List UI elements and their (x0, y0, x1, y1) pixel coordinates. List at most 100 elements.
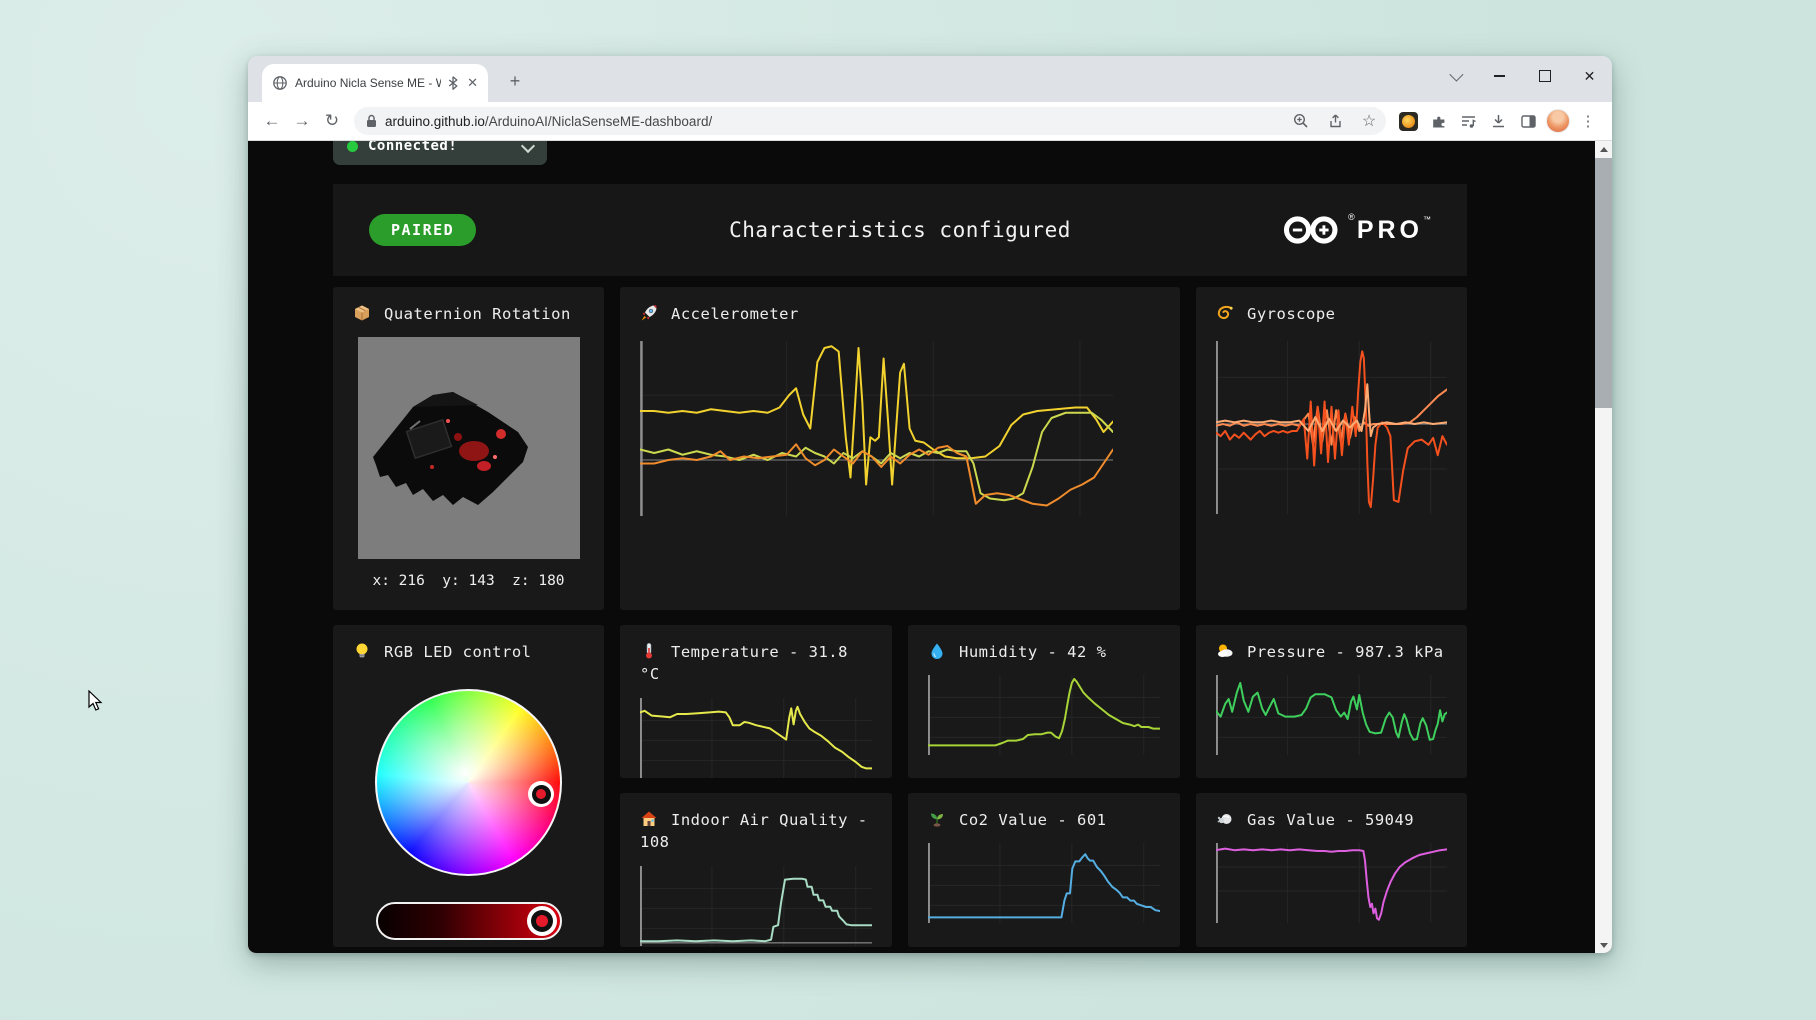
card-rgb-led-control: RGB LED control (333, 625, 604, 947)
maximize-button[interactable] (1522, 56, 1567, 96)
profile-avatar[interactable] (1544, 107, 1572, 135)
page-scrollbar[interactable] (1595, 141, 1612, 953)
card-quaternion-rotation: Quaternion Rotation (333, 287, 604, 610)
url-domain: arduino.github.io (385, 114, 485, 129)
gyroscope-title-row: Gyroscope (1216, 303, 1447, 325)
co2-title-row: Co2 Value - 601 (928, 809, 1160, 831)
trademark-mark: ™ (1423, 215, 1431, 224)
iaq-chart (640, 866, 872, 946)
gas-puff-icon (1216, 810, 1236, 828)
pressure-chart (1216, 675, 1447, 755)
humidity-title: Humidity - 42 % (959, 643, 1106, 661)
quaternion-coordinates: x: 216 y: 143 z: 180 (353, 573, 584, 589)
address-bar[interactable]: arduino.github.io/ArduinoAI/NiclaSenseME… (354, 107, 1386, 135)
window-controls: ✕ (1432, 56, 1612, 96)
url-path: /ArduinoAI/NiclaSenseME-dashboard/ (485, 114, 712, 129)
house-icon (640, 810, 660, 828)
accelerometer-title-row: Accelerometer (640, 303, 1160, 325)
dizzy-swirl-icon (1216, 304, 1236, 322)
browser-tab[interactable]: Arduino Nicla Sense ME - We ✕ (262, 64, 488, 102)
reload-button[interactable]: ↻ (318, 107, 346, 135)
brightness-slider[interactable] (376, 902, 562, 940)
zoom-in-icon[interactable] (1288, 108, 1314, 134)
back-button[interactable]: ← (258, 107, 286, 135)
sun-behind-cloud-icon (1216, 642, 1236, 660)
quaternion-3d-view[interactable] (358, 337, 580, 559)
gyroscope-chart (1216, 341, 1447, 514)
accelerometer-chart (640, 341, 1113, 516)
extensions-puzzle-icon[interactable] (1424, 107, 1452, 135)
card-gyroscope: Gyroscope (1196, 287, 1467, 610)
tab-search-chevron-icon[interactable] (1432, 56, 1477, 96)
pressure-title: Pressure - 987.3 kPa (1247, 643, 1444, 661)
package-icon (353, 304, 373, 322)
tab-strip: Arduino Nicla Sense ME - We ✕ + ✕ (248, 56, 1612, 102)
card-pressure: Pressure - 987.3 kPa (1196, 625, 1467, 778)
gas-chart (1216, 843, 1447, 923)
window-close-button[interactable]: ✕ (1567, 56, 1612, 96)
forward-button[interactable]: → (288, 107, 316, 135)
page-content: Connected! PAIRED Characteristics config… (248, 141, 1612, 953)
arduino-infinity-icon (1277, 213, 1347, 247)
media-controls-icon[interactable] (1454, 107, 1482, 135)
light-bulb-icon (353, 642, 373, 660)
card-temperature: Temperature - 31.8 °C (620, 625, 892, 778)
minimize-button[interactable] (1477, 56, 1522, 96)
gyroscope-title: Gyroscope (1247, 305, 1336, 323)
new-tab-button[interactable]: + (502, 68, 528, 94)
card-accelerometer: Accelerometer (620, 287, 1180, 610)
page-title: Characteristics configured (729, 218, 1071, 242)
browser-window: Arduino Nicla Sense ME - We ✕ + ✕ ← → ↻ (248, 56, 1612, 953)
download-icon[interactable] (1484, 107, 1512, 135)
seedling-icon (928, 810, 948, 828)
gas-title-row: Gas Value - 59049 (1216, 809, 1447, 831)
card-co2-value: Co2 Value - 601 (908, 793, 1180, 947)
color-wheel-selector[interactable] (528, 781, 554, 807)
card-gas-value: Gas Value - 59049 (1196, 793, 1467, 947)
brightness-slider-handle[interactable] (527, 906, 557, 936)
tab-title: Arduino Nicla Sense ME - We (295, 76, 441, 90)
globe-favicon-icon (272, 75, 288, 91)
pcb-render (358, 337, 580, 559)
connected-button[interactable]: Connected! (333, 141, 547, 165)
browser-menu-icon[interactable]: ⋮ (1574, 107, 1602, 135)
tab-close-icon[interactable]: ✕ (465, 75, 480, 91)
paired-badge: PAIRED (369, 214, 476, 246)
side-panel-icon[interactable] (1514, 107, 1542, 135)
iaq-title: Indoor Air Quality - 108 (640, 811, 868, 851)
rocket-icon (640, 304, 660, 322)
pressure-title-row: Pressure - 987.3 kPa (1216, 641, 1447, 663)
humidity-title-row: Humidity - 42 % (928, 641, 1160, 663)
registered-mark: ® (1348, 212, 1355, 222)
extension-orange-icon[interactable] (1394, 107, 1422, 135)
share-icon[interactable] (1322, 108, 1348, 134)
mouse-cursor-icon (87, 690, 107, 712)
pro-logo-text: PRO (1357, 213, 1423, 247)
dashboard-main: PAIRED Characteristics configured ® PRO … (333, 184, 1467, 947)
connected-label: Connected! (368, 141, 457, 154)
browser-toolbar: ← → ↻ arduino.github.io/ArduinoAI/NiclaS… (248, 102, 1612, 141)
color-wheel[interactable] (375, 689, 562, 876)
quaternion-title: Quaternion Rotation (384, 305, 571, 323)
co2-chart (928, 843, 1160, 923)
co2-title: Co2 Value - 601 (959, 811, 1106, 829)
scrollbar-thumb[interactable] (1595, 158, 1612, 408)
temperature-title: Temperature - 31.8 °C (640, 643, 848, 683)
iaq-title-row: Indoor Air Quality - 108 (640, 809, 872, 854)
bookmark-star-icon[interactable]: ☆ (1356, 108, 1382, 134)
gas-title: Gas Value - 59049 (1247, 811, 1414, 829)
temperature-title-row: Temperature - 31.8 °C (640, 641, 872, 686)
arduino-pro-logo: ® PRO ™ (1277, 213, 1431, 247)
rgb-title: RGB LED control (384, 643, 531, 661)
droplet-icon (928, 642, 948, 660)
scrollbar-down-arrow[interactable] (1595, 937, 1612, 953)
bluetooth-icon (448, 76, 458, 90)
temperature-chart (640, 698, 872, 778)
scrollbar-up-arrow[interactable] (1595, 141, 1612, 157)
quaternion-title-row: Quaternion Rotation (353, 303, 584, 325)
card-humidity: Humidity - 42 % (908, 625, 1180, 778)
accelerometer-title: Accelerometer (671, 305, 799, 323)
humidity-chart (928, 675, 1160, 755)
cards-grid: Quaternion Rotation (333, 287, 1467, 947)
connected-status-dot (347, 141, 358, 152)
